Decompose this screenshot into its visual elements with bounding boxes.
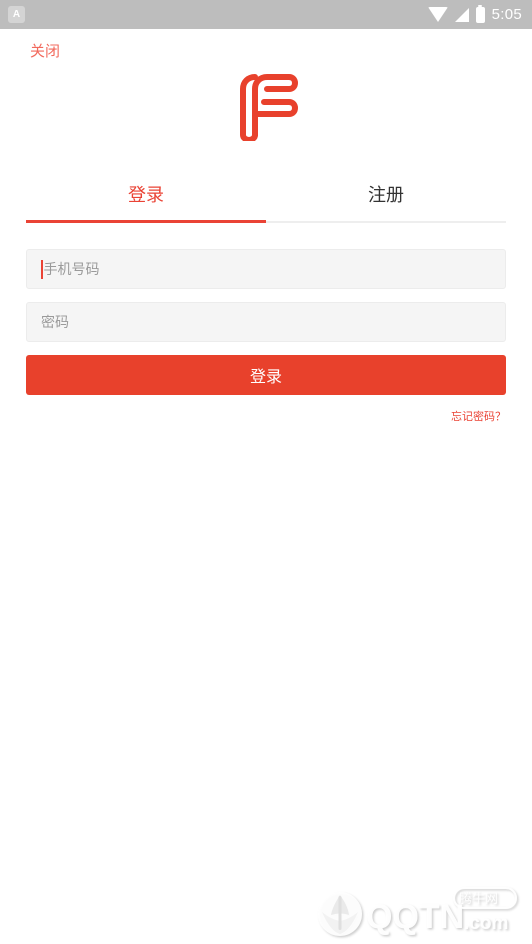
status-bar-left: A [8, 6, 25, 23]
wifi-icon [427, 6, 448, 22]
text-caret [41, 259, 43, 279]
svg-text:QQTN: QQTN [366, 898, 464, 936]
battery-icon [475, 6, 485, 23]
site-watermark: QQTN .com 腾牛网 [308, 884, 524, 942]
tab-register[interactable]: 注册 [266, 169, 506, 221]
header-bar: 关闭 [0, 29, 532, 71]
phone-input-placeholder: 手机号码 [43, 261, 100, 277]
status-bar: A 5:05 [0, 0, 532, 29]
svg-text:.com: .com [464, 913, 508, 934]
password-input-placeholder: 密码 [41, 314, 69, 330]
login-submit-button[interactable]: 登录 [26, 355, 506, 395]
cellular-signal-icon [454, 7, 469, 22]
status-bar-right: 5:05 [427, 6, 522, 23]
password-input[interactable]: 密码 [26, 302, 506, 342]
brand-f-logo-icon [231, 69, 301, 141]
status-bar-clock: 5:05 [491, 6, 522, 23]
auth-tabs: 登录 注册 [26, 169, 506, 223]
app-screen: A 5:05 关闭 登录 注册 手机号码 密码 登录 忘记密码？ QQTN .c… [0, 0, 532, 944]
brand-logo [0, 67, 532, 143]
close-button[interactable]: 关闭 [30, 44, 60, 59]
phone-input[interactable]: 手机号码 [26, 249, 506, 289]
forgot-password-link[interactable]: 忘记密码？ [451, 412, 506, 423]
login-form: 手机号码 密码 登录 忘记密码？ [26, 223, 506, 425]
app-notification-icon: A [8, 6, 25, 23]
tab-active-indicator [26, 220, 266, 223]
svg-text:腾牛网: 腾牛网 [459, 891, 498, 906]
forgot-password-row: 忘记密码？ [26, 407, 506, 425]
tab-login[interactable]: 登录 [26, 169, 266, 221]
